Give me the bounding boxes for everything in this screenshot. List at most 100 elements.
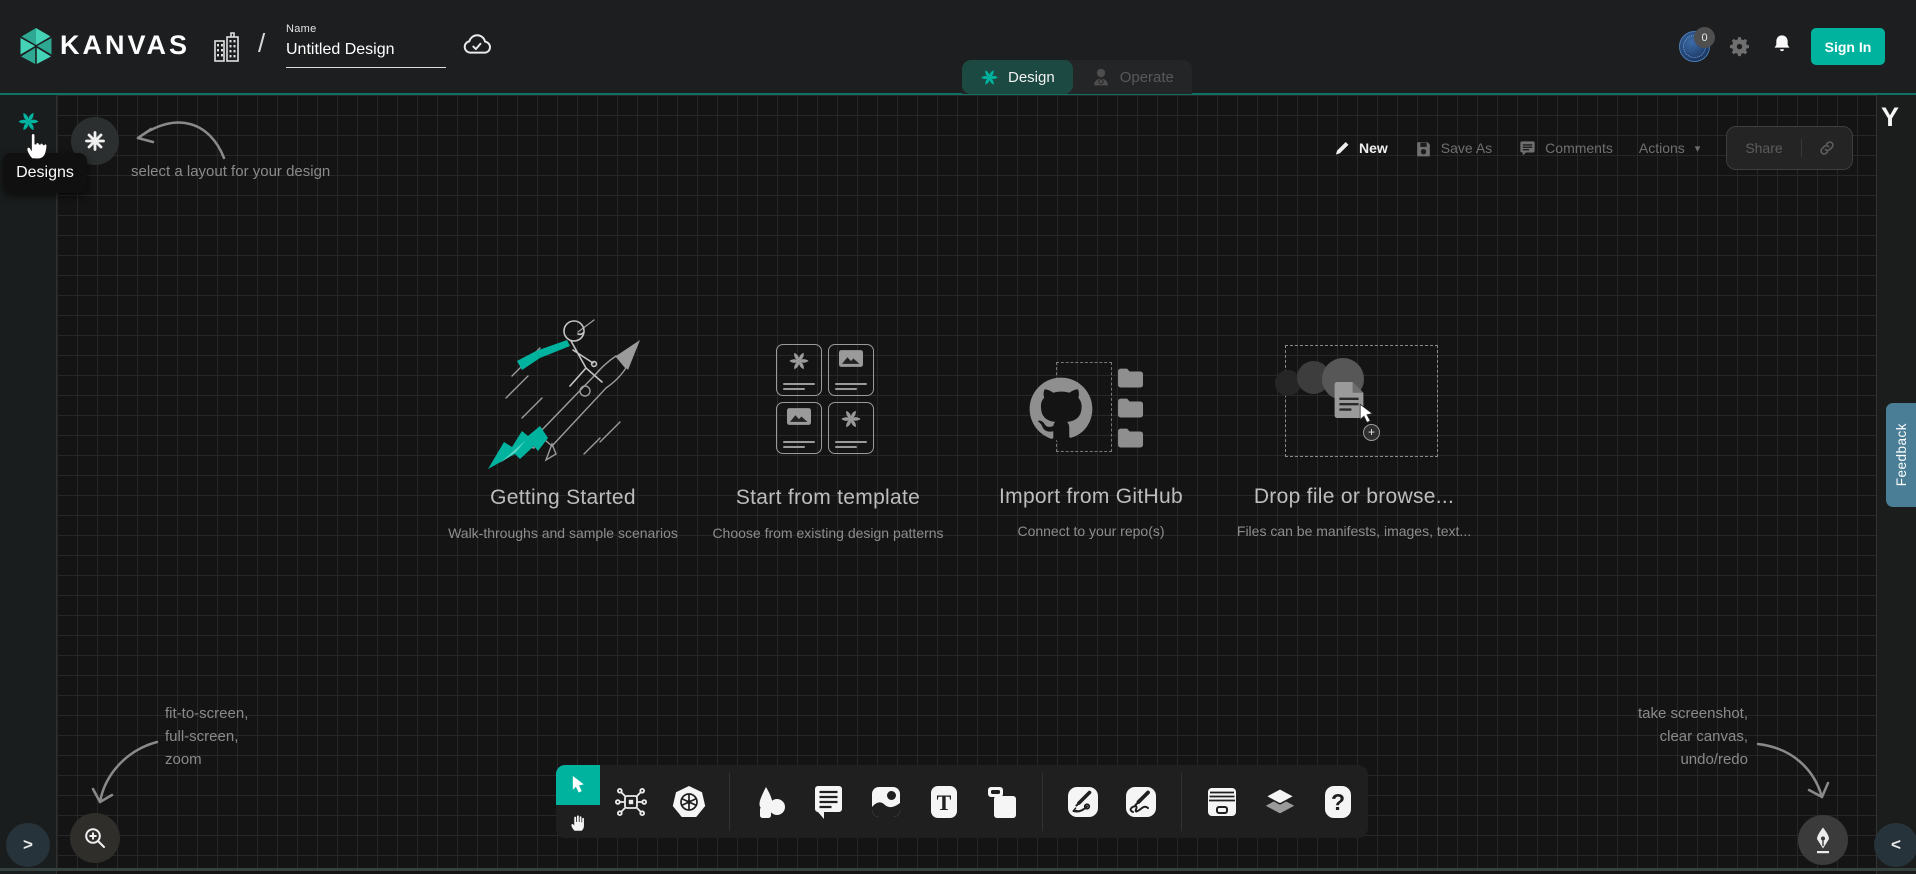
- canvas-tools-dock: T: [556, 765, 1368, 838]
- design-name-label: Name: [286, 23, 446, 35]
- note-tool[interactable]: [984, 780, 1020, 824]
- app-header: KANVAS / Name: [0, 0, 1916, 93]
- comments-button[interactable]: Comments: [1518, 139, 1613, 158]
- toolbar-divider: [1042, 773, 1043, 831]
- zoom-arrow: [85, 730, 177, 812]
- help-tool[interactable]: ?: [1320, 780, 1356, 824]
- comment-bubble-icon: [810, 783, 846, 821]
- tab-design-label: Design: [1008, 69, 1055, 86]
- folder-icon: [1114, 426, 1144, 449]
- text-tool[interactable]: T: [926, 780, 962, 824]
- rocket-illustration[interactable]: [482, 314, 660, 476]
- link-icon[interactable]: [1801, 139, 1852, 157]
- svg-text:?: ?: [1330, 789, 1344, 815]
- settings-gear-icon[interactable]: [1728, 35, 1751, 63]
- hand-cursor-icon: [22, 128, 49, 166]
- tab-operate-label: Operate: [1120, 69, 1174, 86]
- brand-wordmark: KANVAS: [60, 30, 190, 61]
- template-card: [828, 344, 874, 396]
- tab-design[interactable]: Design: [962, 60, 1073, 94]
- component-icon: [613, 784, 649, 820]
- right-panel-glyph: Y: [1881, 102, 1899, 133]
- kubernetes-icon: [671, 783, 707, 821]
- shapes-tool[interactable]: [752, 780, 788, 824]
- pencil-new-icon: [1333, 139, 1351, 157]
- select-cursor-icon: [567, 773, 589, 797]
- pen-nib-icon: [1810, 825, 1836, 855]
- pan-tool[interactable]: [556, 805, 600, 838]
- plus-badge: +: [1363, 424, 1380, 441]
- notification-badge: 0: [1694, 27, 1715, 48]
- tab-operate[interactable]: Operate: [1073, 60, 1192, 94]
- comment-tool[interactable]: [810, 780, 846, 824]
- drop-file-zone[interactable]: +: [1270, 340, 1450, 465]
- drop-cursor-icon: [1355, 402, 1377, 426]
- import-github-illustration[interactable]: [1020, 340, 1160, 460]
- sidebar-expand-button[interactable]: >: [6, 823, 50, 867]
- chevron-down-icon: ▾: [1695, 142, 1701, 155]
- template-card: [828, 402, 874, 454]
- actions-dropdown[interactable]: Actions ▾: [1639, 140, 1700, 156]
- left-sidebar: [0, 93, 57, 874]
- chevron-left-icon: <: [1891, 835, 1901, 855]
- toolbar-divider: [729, 773, 730, 831]
- canvas-top-border: [0, 93, 1916, 95]
- component-tool[interactable]: [613, 780, 649, 824]
- media-tool[interactable]: [868, 780, 904, 824]
- zoom-controls-button[interactable]: [70, 813, 120, 863]
- sign-in-button[interactable]: Sign In: [1811, 28, 1885, 65]
- pen-tool[interactable]: [1065, 780, 1101, 824]
- panel-collapse-button[interactable]: <: [1874, 823, 1916, 867]
- notifications-bell-icon[interactable]: [1771, 33, 1793, 62]
- floppy-save-icon: [1414, 139, 1433, 158]
- kubernetes-tool[interactable]: [671, 780, 707, 824]
- canvas-bottom-border: [0, 868, 1916, 871]
- layout-asterisk-icon: [83, 129, 107, 153]
- zoom-in-magnifier-icon: [82, 825, 108, 851]
- screenshot-tools-button[interactable]: [1798, 815, 1848, 865]
- breadcrumb-separator: /: [258, 28, 265, 59]
- note-icon: [984, 783, 1020, 821]
- chevron-right-icon: >: [23, 835, 33, 855]
- screenshot-hint-text: take screenshot, clear canvas, undo/redo: [1538, 702, 1748, 771]
- template-card: [776, 344, 822, 396]
- share-button[interactable]: Share: [1726, 126, 1852, 170]
- design-name-group: Name: [286, 23, 446, 68]
- folder-icon: [1114, 366, 1144, 389]
- github-mark-icon: [1028, 376, 1094, 442]
- folder-icon: [1114, 396, 1144, 419]
- comment-icon: [1518, 139, 1537, 158]
- text-icon: T: [926, 783, 962, 821]
- design-name-input[interactable]: [286, 39, 446, 68]
- design-actions-toolbar: New Save As Comments Actions ▾ Share: [1333, 126, 1853, 170]
- feedback-tab[interactable]: Feedback: [1886, 403, 1916, 507]
- template-card: [776, 402, 822, 454]
- drawer-icon: [1204, 783, 1240, 821]
- toolbar-divider: [1181, 773, 1182, 831]
- layers-tool[interactable]: [1262, 780, 1298, 824]
- screenshot-arrow: [1748, 733, 1840, 808]
- kanvas-logo-icon[interactable]: [16, 26, 56, 66]
- save-as-button[interactable]: Save As: [1414, 139, 1492, 158]
- pencil-doodle-icon: [1123, 783, 1159, 821]
- new-button[interactable]: New: [1333, 139, 1388, 157]
- drawer-tool[interactable]: [1204, 780, 1240, 824]
- media-icon: [868, 783, 904, 821]
- pencil-tool[interactable]: [1123, 780, 1159, 824]
- drop-file-option[interactable]: Drop file or browse...: [1184, 485, 1524, 509]
- kanvas-app: KANVAS / Name: [0, 0, 1916, 874]
- select-tool[interactable]: [556, 765, 600, 805]
- svg-text:T: T: [936, 790, 951, 815]
- mode-tabs: Design Operate: [962, 60, 1192, 94]
- help-icon: ?: [1320, 783, 1356, 821]
- organization-icon[interactable]: [212, 30, 242, 69]
- zoom-hint-text: fit-to-screen, full-screen, zoom: [165, 702, 248, 771]
- cloud-sync-icon: [462, 31, 492, 62]
- layers-icon: [1262, 783, 1298, 821]
- layout-hint-text: select a layout for your design: [131, 160, 330, 183]
- drop-file-subtitle: Files can be manifests, images, text...: [1174, 523, 1534, 539]
- astronaut-icon: [1091, 67, 1111, 87]
- pen-tool-icon: [1065, 783, 1101, 821]
- template-cards-illustration[interactable]: [776, 344, 876, 454]
- shapes-icon: [752, 783, 788, 821]
